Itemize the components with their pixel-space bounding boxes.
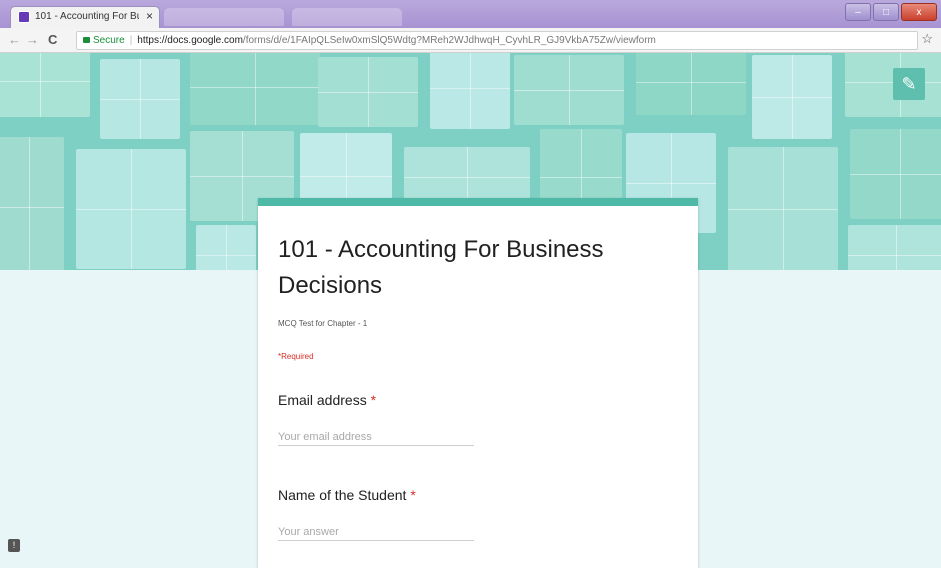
browser-toolbar: ← → C Secure | https://docs.google.com/for…: [0, 28, 941, 53]
url-separator: |: [129, 35, 133, 46]
gift-box-decoration: [514, 55, 624, 125]
gift-box-decoration: [100, 59, 180, 139]
back-button[interactable]: ←: [8, 32, 21, 47]
question-label-text: Name of the Student: [278, 487, 407, 503]
tab-title: 101 - Accounting For Bu: [35, 11, 139, 22]
form-description: MCQ Test for Chapter - 1: [278, 319, 368, 328]
maximize-button[interactable]: □: [873, 3, 899, 21]
url-path: /forms/d/e/1FAIpQLSeIw0xmSlQ5Wdtg?MReh2W…: [242, 35, 656, 46]
gift-box-decoration: [850, 129, 941, 219]
gift-box-decoration: [0, 53, 90, 117]
question-label-student-name: Name of the Student *: [278, 487, 416, 503]
gift-box-decoration: [636, 53, 746, 115]
browser-tab-background[interactable]: [292, 8, 402, 26]
minimize-button[interactable]: –: [845, 3, 871, 21]
edit-pencil-icon[interactable]: ✎: [893, 68, 925, 100]
report-issue-icon[interactable]: !: [8, 539, 20, 552]
secure-label: Secure: [93, 35, 125, 46]
browser-tab-active[interactable]: 101 - Accounting For Bu ×: [10, 6, 160, 28]
forward-button[interactable]: →: [26, 32, 39, 47]
gift-box-decoration: [752, 55, 832, 139]
gift-box-decoration: [728, 147, 838, 270]
close-window-button[interactable]: x: [901, 3, 937, 21]
required-star: *: [410, 487, 416, 503]
lock-icon: [83, 37, 90, 43]
gift-box-decoration: [318, 57, 418, 127]
form-card: 101 - Accounting For Business Decisions …: [258, 198, 698, 568]
question-label-email: Email address *: [278, 392, 376, 408]
address-bar[interactable]: Secure | https://docs.google.com/forms/d/e…: [76, 31, 918, 50]
gift-box-decoration: [76, 149, 186, 269]
form-title: 101 - Accounting For Business Decisions: [278, 236, 604, 299]
required-note: *Required: [278, 352, 314, 361]
gift-box-decoration: [0, 137, 64, 270]
tab-close-icon[interactable]: ×: [146, 9, 153, 23]
bookmark-star-icon[interactable]: ☆: [921, 31, 933, 47]
question-label-text: Email address: [278, 392, 367, 408]
gift-box-decoration: [430, 53, 510, 129]
browser-titlebar: 101 - Accounting For Bu × – □ x: [0, 0, 941, 28]
gift-box-decoration: [848, 225, 941, 270]
browser-tab-background[interactable]: [164, 8, 284, 26]
gift-box-decoration: [196, 225, 256, 270]
email-field[interactable]: [278, 429, 474, 446]
student-name-field[interactable]: [278, 524, 474, 541]
google-forms-favicon-icon: [18, 11, 30, 23]
reload-button[interactable]: C: [48, 32, 57, 47]
required-star: *: [370, 392, 377, 408]
url-host: https://docs.google.com: [137, 35, 243, 46]
window-controls: – □ x: [845, 3, 937, 21]
gift-box-decoration: [190, 53, 320, 125]
